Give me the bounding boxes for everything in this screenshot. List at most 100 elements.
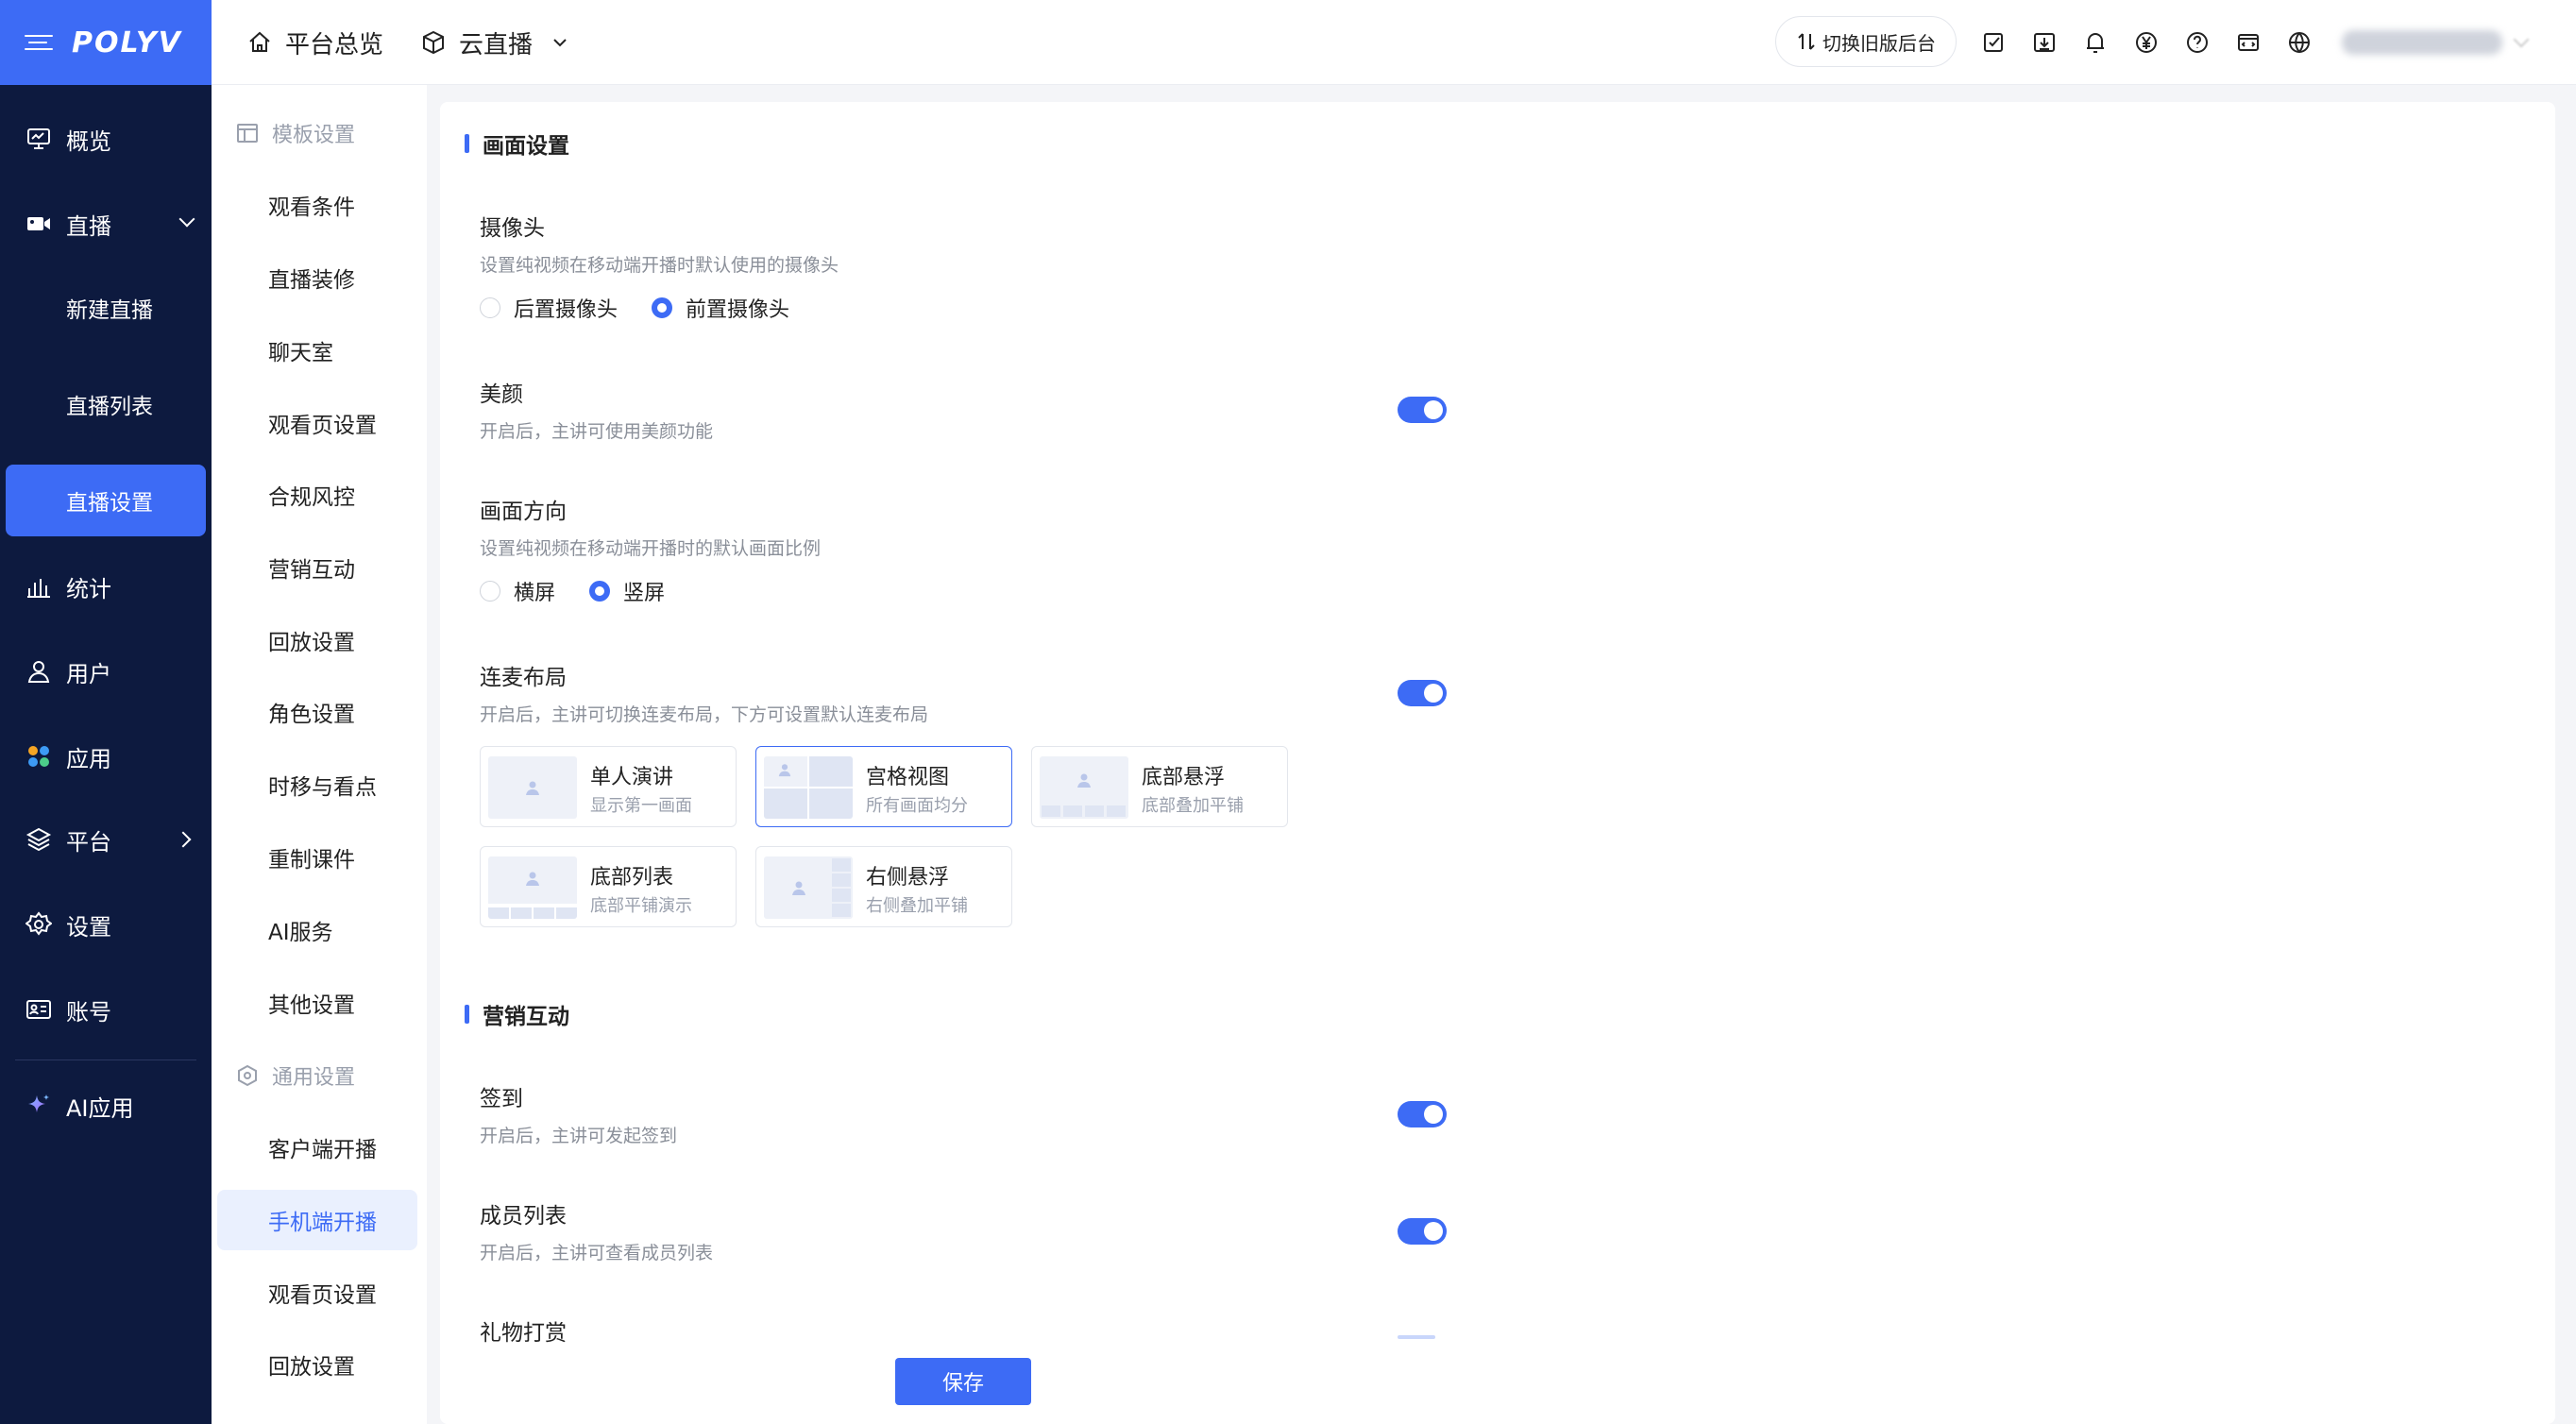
submenu-item[interactable]: 客户端开播 — [217, 1117, 417, 1178]
layout-card-title: 底部列表 — [590, 866, 674, 890]
gear-icon — [25, 910, 53, 939]
nav-item-platform[interactable]: 平台 — [0, 803, 212, 876]
chevron-down-icon[interactable] — [551, 34, 568, 51]
switch-label: 切换旧版后台 — [1822, 31, 1936, 55]
globe-icon[interactable] — [2285, 28, 2313, 57]
submenu-item[interactable]: 重制课件 — [217, 827, 417, 888]
sparkle-icon — [25, 1092, 53, 1120]
nav-sub-live-list[interactable]: 直播列表 — [0, 368, 212, 440]
layout-card-right-float[interactable]: 右侧悬浮 右侧叠加平铺 — [755, 846, 1012, 927]
nav-item-settings[interactable]: 设置 — [0, 888, 212, 961]
beauty-desc: 开启后，主讲可使用美颜功能 — [480, 421, 714, 442]
submenu-item[interactable]: 观看条件 — [217, 175, 417, 235]
layout-thumbnail — [1040, 756, 1128, 819]
layout-card-bottom-list[interactable]: 底部列表 底部平铺演示 — [480, 846, 737, 927]
orientation-desc: 设置纯视频在移动端开播时的默认画面比例 — [480, 538, 822, 559]
nav-item-label: 用户 — [66, 660, 111, 687]
chevron-down-icon[interactable] — [2513, 31, 2530, 48]
orientation-radio-group: 横屏 竖屏 — [480, 576, 699, 606]
logo: POLYV — [72, 25, 182, 59]
template-icon — [237, 124, 258, 143]
radio-landscape[interactable]: 横屏 — [480, 576, 555, 606]
brand-bar: POLYV — [0, 0, 212, 85]
nav-item-label: 设置 — [66, 913, 111, 941]
bell-icon[interactable] — [2081, 28, 2110, 57]
camera-radio-group: 后置摄像头 前置摄像头 — [480, 293, 823, 323]
submenu-item[interactable]: 直播装修 — [217, 247, 417, 308]
layout-card-single-speaker[interactable]: 单人演讲 显示第一画面 — [480, 746, 737, 827]
submenu-item-active[interactable]: 手机端开播 — [217, 1190, 417, 1250]
radio-front-camera[interactable]: 前置摄像头 — [652, 293, 789, 323]
layout-card-title: 右侧悬浮 — [866, 866, 950, 890]
submenu-item[interactable]: AI服务 — [217, 900, 417, 960]
nav-item-apps[interactable]: 应用 — [0, 720, 212, 793]
submenu-item[interactable]: 合规风控 — [217, 465, 417, 525]
submenu-item[interactable]: 观看页设置 — [217, 393, 417, 453]
nav-item-stats[interactable]: 统计 — [0, 550, 212, 623]
yen-icon[interactable] — [2132, 28, 2161, 57]
radio-label: 后置摄像头 — [514, 298, 619, 322]
settings-content: 画面设置 摄像头 设置纯视频在移动端开播时默认使用的摄像头 后置摄像头 前置摄像… — [440, 102, 2555, 1424]
radio-dot[interactable] — [589, 581, 611, 602]
nav-item-overview[interactable]: 概览 — [0, 102, 212, 176]
id-card-icon — [25, 995, 53, 1024]
person-icon — [1077, 773, 1091, 788]
radio-dot[interactable] — [480, 581, 500, 602]
radio-dot[interactable] — [480, 297, 500, 318]
submenu-item[interactable]: 时移与看点 — [217, 754, 417, 815]
mic-layout-toggle[interactable] — [1398, 680, 1447, 706]
account-name-blurred[interactable] — [2342, 30, 2502, 55]
layout-card-bottom-float[interactable]: 底部悬浮 底部叠加平铺 — [1031, 746, 1288, 827]
nav-item-ai-apps[interactable]: AI应用 — [0, 1069, 212, 1143]
submenu-group-general: 通用设置 — [236, 1052, 355, 1099]
nav-item-account[interactable]: 账号 — [0, 973, 212, 1046]
nav-sub-live-settings[interactable]: 直播设置 — [6, 465, 206, 536]
nav-item-label: 应用 — [66, 745, 111, 772]
nav-item-label: 平台 — [66, 828, 111, 856]
save-button[interactable]: 保存 — [895, 1358, 1031, 1405]
gift-toggle-partial[interactable] — [1398, 1335, 1435, 1339]
radio-dot[interactable] — [652, 297, 673, 318]
beauty-toggle[interactable] — [1398, 397, 1447, 423]
layout-card-desc: 底部平铺演示 — [590, 896, 692, 916]
nav-item-label: 概览 — [66, 127, 111, 155]
menu-icon[interactable] — [25, 28, 53, 57]
submenu-item[interactable]: 角色设置 — [217, 682, 417, 742]
submenu-item[interactable]: 其他设置 — [217, 973, 417, 1033]
user-icon — [25, 657, 53, 686]
bar-chart-icon — [25, 572, 53, 601]
tab-platform-overview[interactable]: 平台总览 — [247, 0, 383, 85]
members-toggle[interactable] — [1398, 1218, 1447, 1245]
monitor-chart-icon — [25, 125, 53, 153]
hexagon-gear-icon — [238, 1064, 257, 1087]
orientation-label: 画面方向 — [480, 500, 567, 524]
radio-rear-camera[interactable]: 后置摄像头 — [480, 293, 618, 323]
submenu-item[interactable]: 回放设置 — [217, 1334, 417, 1395]
nav-item-live[interactable]: 直播 — [0, 187, 212, 261]
checkin-label: 签到 — [480, 1087, 523, 1111]
chevron-right-icon — [175, 831, 192, 848]
layers-icon — [25, 825, 53, 854]
submenu-item[interactable]: 观看页设置 — [217, 1263, 417, 1323]
switch-old-version-button[interactable]: 切换旧版后台 — [1775, 16, 1957, 67]
tab-cloud-live[interactable]: 云直播 — [421, 0, 582, 85]
main-nav: POLYV 概览 直播 新建直播 直播列表 直播设置 统计 用户 应用 平台 设… — [0, 0, 212, 1424]
edit-note-icon[interactable] — [1979, 28, 2008, 57]
radio-portrait[interactable]: 竖屏 — [589, 576, 665, 606]
help-icon[interactable] — [2183, 28, 2212, 57]
layout-card-desc: 所有画面均分 — [866, 796, 968, 816]
layout-thumbnail — [764, 756, 853, 819]
submenu-item[interactable]: 营销互动 — [217, 537, 417, 598]
code-window-icon[interactable] — [2234, 28, 2262, 57]
checkin-toggle[interactable] — [1398, 1101, 1447, 1127]
nav-sub-new-live[interactable]: 新建直播 — [0, 272, 212, 344]
top-header: 平台总览 云直播 切换旧版后台 — [212, 0, 2576, 85]
layout-card-grid-view[interactable]: 宫格视图 所有画面均分 — [755, 746, 1012, 827]
nav-item-users[interactable]: 用户 — [0, 635, 212, 708]
submenu-item[interactable]: 回放设置 — [217, 610, 417, 670]
submenu-item[interactable]: 聊天室 — [217, 320, 417, 381]
download-icon[interactable] — [2030, 28, 2059, 57]
nav-item-label: AI应用 — [66, 1094, 134, 1122]
person-icon — [526, 872, 539, 886]
person-icon — [792, 881, 805, 895]
